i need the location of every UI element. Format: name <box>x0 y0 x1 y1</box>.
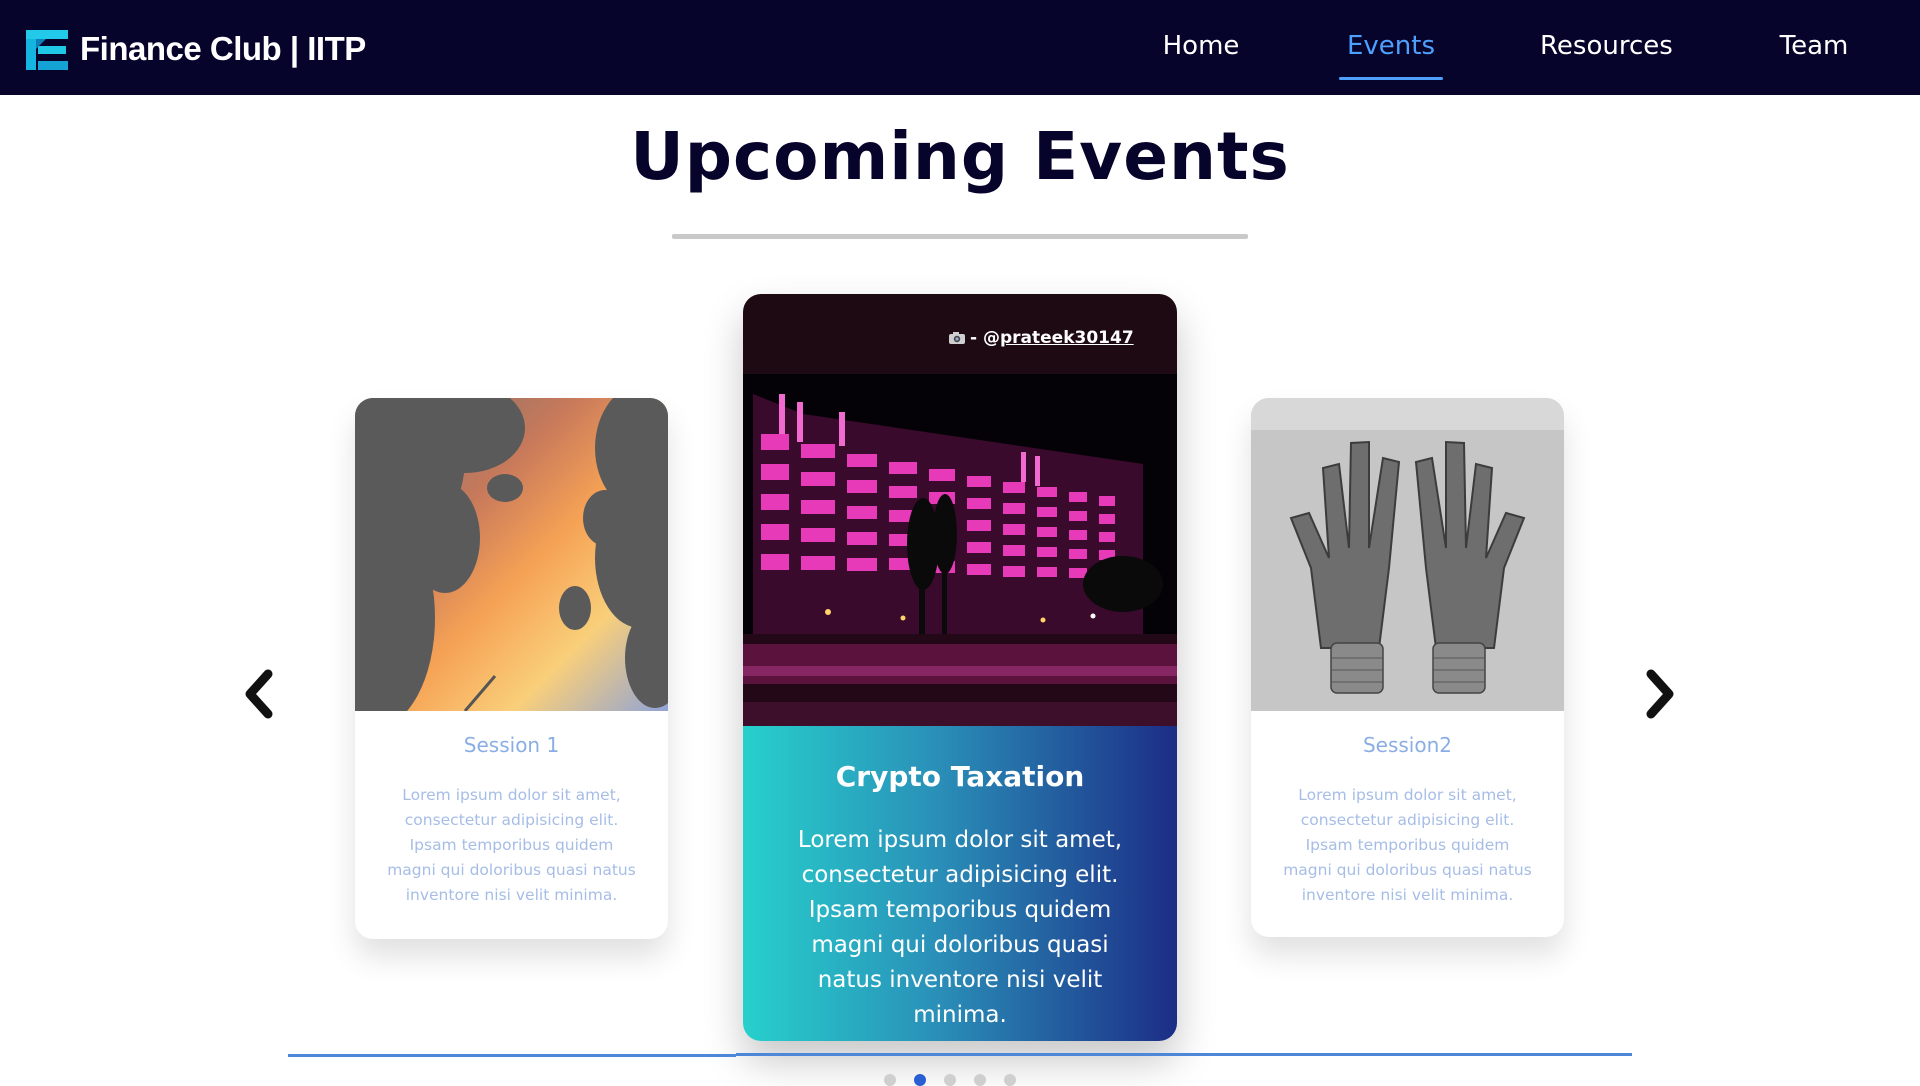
page-title: Upcoming Events <box>630 118 1290 195</box>
sunset-silhouette-image <box>355 398 668 711</box>
navbar: Finance Club | IITP Home Events Resource… <box>0 0 1920 95</box>
henna-hands-image <box>1251 398 1564 711</box>
camera-icon <box>949 332 965 344</box>
card-description: Lorem ipsum dolor sit amet, consectetur … <box>387 786 636 904</box>
event-card-session-2[interactable]: Session2 Lorem ipsum dolor sit amet, con… <box>1251 398 1564 937</box>
carousel-track-line <box>288 1054 736 1057</box>
nav-events-link[interactable]: Events <box>1339 28 1443 64</box>
carousel-pagination <box>884 1074 1016 1086</box>
carousel-dot[interactable] <box>884 1074 896 1086</box>
carousel-dot[interactable] <box>974 1074 986 1086</box>
illuminated-building-night-image: - @prateek30147 <box>743 294 1177 726</box>
chevron-right-icon <box>1646 669 1674 719</box>
card-body: Session2 Lorem ipsum dolor sit amet, con… <box>1251 711 1564 908</box>
event-card-session-1[interactable]: Session 1 Lorem ipsum dolor sit amet, co… <box>355 398 668 939</box>
carousel-prev-button[interactable] <box>238 664 278 724</box>
card-title: Crypto Taxation <box>835 760 1085 793</box>
photo-credit-handle[interactable]: prateek30147 <box>1000 328 1134 348</box>
photo-credit-prefix: - @ <box>970 328 1000 348</box>
card-title: Session 1 <box>463 733 560 757</box>
active-nav-indicator <box>1339 77 1443 80</box>
title-divider <box>672 234 1248 239</box>
carousel-track-line <box>736 1053 1632 1056</box>
nav-menu: Home Events Resources Team <box>0 0 1920 95</box>
card-description: Lorem ipsum dolor sit amet, consectetur … <box>1283 786 1532 904</box>
card-description: Lorem ipsum dolor sit amet, consectetur … <box>797 827 1123 1028</box>
chevron-left-icon <box>245 669 273 719</box>
card-body: Session 1 Lorem ipsum dolor sit amet, co… <box>355 711 668 908</box>
event-card-crypto-taxation[interactable]: - @prateek30147 Crypto Taxation Lorem ip… <box>743 294 1177 1041</box>
photo-credit: - @prateek30147 <box>948 328 1134 348</box>
carousel-dot[interactable] <box>1004 1074 1016 1086</box>
carousel-dot-active[interactable] <box>914 1074 926 1086</box>
nav-home-link[interactable]: Home <box>1158 28 1244 64</box>
carousel-next-button[interactable] <box>1641 664 1681 724</box>
nav-resources-link[interactable]: Resources <box>1540 28 1673 64</box>
card-body: Crypto Taxation Lorem ipsum dolor sit am… <box>743 726 1177 1041</box>
carousel-dot[interactable] <box>944 1074 956 1086</box>
nav-team-link[interactable]: Team <box>1771 28 1857 64</box>
card-title: Session2 <box>1362 733 1453 757</box>
